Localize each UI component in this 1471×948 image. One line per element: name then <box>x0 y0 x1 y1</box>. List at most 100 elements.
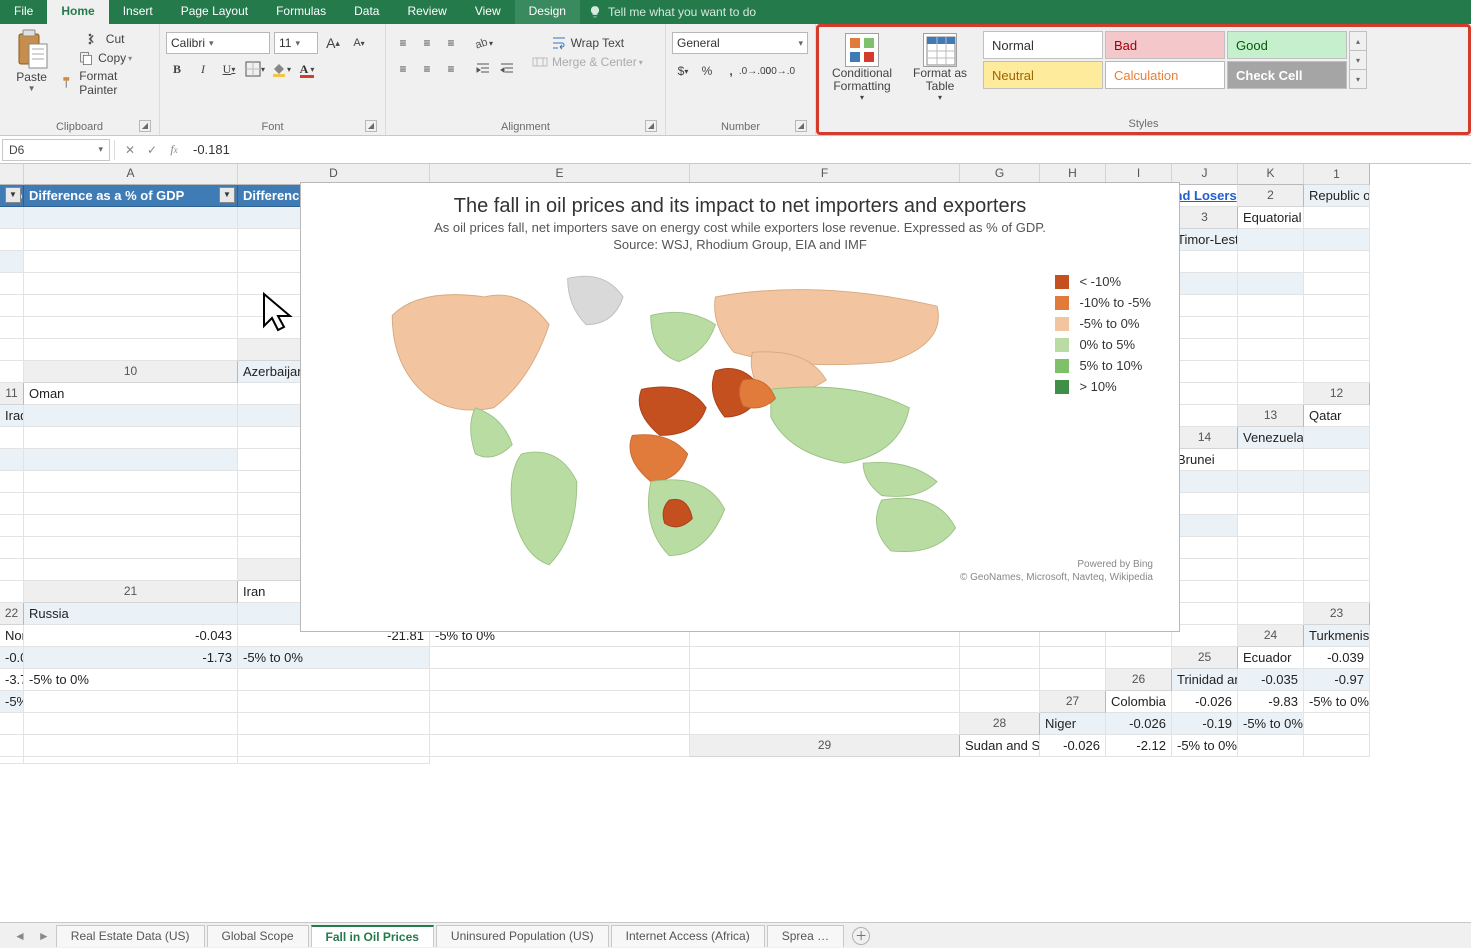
cell-G7[interactable] <box>1238 295 1304 317</box>
row-header-13[interactable]: 13 <box>1238 405 1304 427</box>
cell-I8[interactable] <box>1304 317 1370 339</box>
cell-H24[interactable] <box>690 647 960 669</box>
fx-button[interactable]: fx <box>163 139 185 161</box>
cell-J7[interactable] <box>24 317 238 339</box>
italic-button[interactable]: I <box>192 58 214 80</box>
enter-formula-button[interactable]: ✓ <box>141 139 163 161</box>
cell-G29[interactable] <box>1238 735 1304 757</box>
style-calculation[interactable]: Calculation <box>1105 61 1225 89</box>
filter-button[interactable]: ▼ <box>5 187 21 203</box>
font-name-combo[interactable]: Calibri▾ <box>166 32 270 54</box>
row-header-25[interactable]: 25 <box>1172 647 1238 669</box>
sheet-tab[interactable]: Fall in Oil Prices <box>311 925 434 947</box>
cell-E29[interactable]: -2.12 <box>1106 735 1172 757</box>
cell-F3[interactable] <box>24 229 238 251</box>
cell-K19[interactable] <box>24 559 238 581</box>
cell-G4[interactable] <box>24 251 238 273</box>
style-normal[interactable]: Normal <box>983 31 1103 59</box>
sheet-nav-prev[interactable]: ◄ <box>8 929 32 943</box>
tab-home[interactable]: Home <box>47 0 108 24</box>
cell-D5[interactable] <box>1172 251 1238 273</box>
row-header-21[interactable]: 21 <box>24 581 238 603</box>
cell-K10[interactable] <box>1304 361 1370 383</box>
cell-A3[interactable]: Equatorial Guinea <box>1238 207 1304 229</box>
row-header-26[interactable]: 26 <box>1106 669 1172 691</box>
cell-H7[interactable] <box>1304 295 1370 317</box>
cell-K8[interactable] <box>24 339 238 361</box>
cell-J9[interactable] <box>1304 339 1370 361</box>
cell-I27[interactable] <box>238 713 430 735</box>
cell-F29[interactable]: -5% to 0% <box>1172 735 1238 757</box>
cell-K27[interactable] <box>690 713 960 735</box>
select-all-corner[interactable] <box>0 164 24 185</box>
cell-F24[interactable]: -5% to 0% <box>238 647 430 669</box>
new-sheet-button[interactable]: ＋ <box>852 927 870 945</box>
cell-I9[interactable] <box>1238 339 1304 361</box>
cell-K9[interactable] <box>0 361 24 383</box>
cell-G24[interactable] <box>430 647 690 669</box>
cell-A27[interactable]: Colombia <box>1106 691 1172 713</box>
tab-design[interactable]: Design <box>515 0 580 24</box>
cell-G5[interactable] <box>0 273 24 295</box>
cell-F14[interactable] <box>24 449 238 471</box>
col-header-A[interactable]: A <box>24 164 238 185</box>
cell-G15[interactable] <box>24 471 238 493</box>
worksheet-area[interactable]: ADEFGHIJK1Country▼Difference as a % of G… <box>0 164 1471 922</box>
cell-A23[interactable]: Norway <box>0 625 24 647</box>
cell-H18[interactable] <box>1304 515 1370 537</box>
cell-D12[interactable] <box>24 405 238 427</box>
shrink-font-button[interactable]: A▾ <box>348 32 370 54</box>
cell-I26[interactable] <box>430 691 690 713</box>
cell-D2[interactable] <box>0 207 24 229</box>
orientation-button[interactable]: ab▾ <box>472 32 494 54</box>
cell-F15[interactable] <box>0 471 24 493</box>
cell-K28[interactable] <box>430 735 690 757</box>
cell-H5[interactable] <box>24 273 238 295</box>
cell-D28[interactable]: -0.026 <box>1106 713 1172 735</box>
number-dialog-launcher[interactable]: ◢ <box>795 120 807 132</box>
paste-button[interactable]: Paste ▼ <box>6 26 57 95</box>
decrease-decimal-button[interactable]: .00→.0 <box>768 60 790 82</box>
cell-K24[interactable] <box>1106 647 1172 669</box>
cell-H26[interactable] <box>238 691 430 713</box>
tab-data[interactable]: Data <box>340 0 393 24</box>
cell-I10[interactable] <box>1172 361 1238 383</box>
cell-D13[interactable] <box>0 427 24 449</box>
cell-A26[interactable]: Trinidad and Tobago <box>1172 669 1238 691</box>
cell-H17[interactable] <box>0 515 24 537</box>
merge-center-button[interactable]: Merge & Center▾ <box>528 53 647 71</box>
cell-D15[interactable] <box>1238 449 1304 471</box>
cell-A15[interactable]: Brunei <box>1172 449 1238 471</box>
cell-G27[interactable] <box>0 713 24 735</box>
map-chart[interactable]: The fall in oil prices and its impact to… <box>300 182 1180 632</box>
cell-G25[interactable] <box>238 669 430 691</box>
cell-F5[interactable] <box>1304 251 1370 273</box>
bold-button[interactable]: B <box>166 58 188 80</box>
cell-I24[interactable] <box>960 647 1040 669</box>
row-header-27[interactable]: 27 <box>1040 691 1106 713</box>
cell-E6[interactable] <box>1172 273 1238 295</box>
cell-D29[interactable]: -0.026 <box>1040 735 1106 757</box>
cell-J26[interactable] <box>690 691 960 713</box>
cell-F17[interactable] <box>1238 493 1304 515</box>
cell-A22[interactable]: Russia <box>24 603 238 625</box>
cell-I20[interactable] <box>1238 559 1304 581</box>
style-check-cell[interactable]: Check Cell <box>1227 61 1347 89</box>
cell-G16[interactable] <box>0 493 24 515</box>
align-center-button[interactable]: ≡ <box>416 58 438 80</box>
clipboard-dialog-launcher[interactable]: ◢ <box>139 120 151 132</box>
cell-K12[interactable] <box>1172 405 1238 427</box>
cell-K26[interactable] <box>960 691 1040 713</box>
decrease-indent-button[interactable] <box>472 58 494 80</box>
formula-input[interactable] <box>185 139 1471 161</box>
cell-J11[interactable] <box>1172 383 1238 405</box>
cell-K25[interactable] <box>1040 669 1106 691</box>
cell-J27[interactable] <box>430 713 690 735</box>
row-header-11[interactable]: 11 <box>0 383 24 405</box>
cell-H29[interactable] <box>1304 735 1370 757</box>
increase-indent-button[interactable] <box>496 58 518 80</box>
cell-A11[interactable]: Oman <box>24 383 238 405</box>
col-header-J[interactable]: J <box>1172 164 1238 185</box>
cell-D27[interactable]: -0.026 <box>1172 691 1238 713</box>
filter-button[interactable]: ▼ <box>219 187 235 203</box>
